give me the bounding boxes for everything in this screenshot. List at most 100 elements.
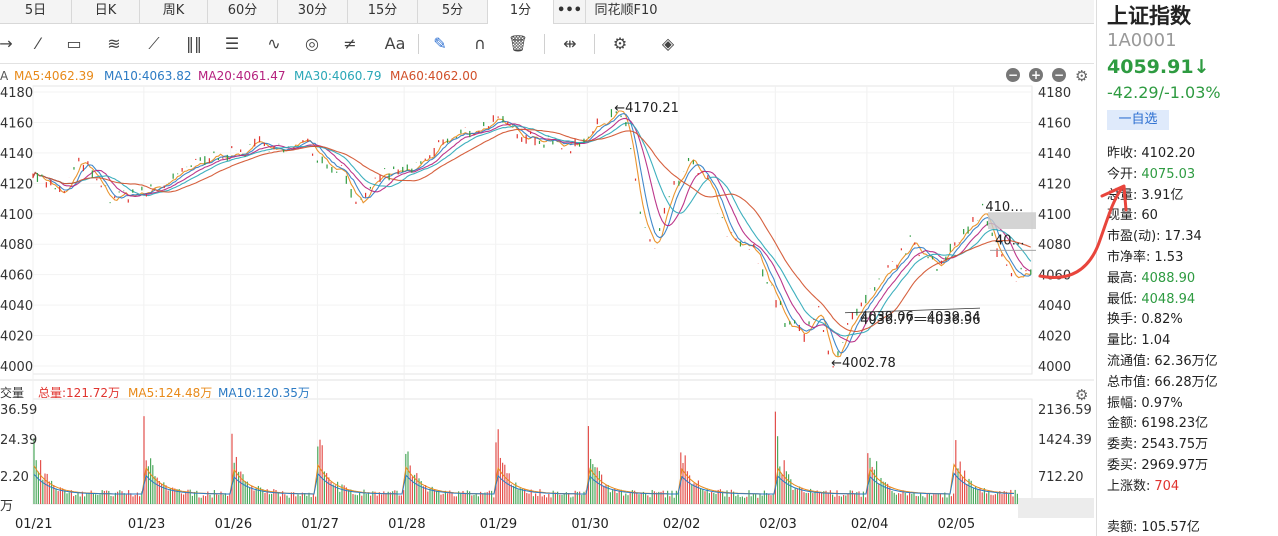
quote-label: 金额: [1107, 416, 1138, 432]
quote-value: 0.82% [1141, 312, 1183, 328]
quote-row: 流通值: 62.36万亿 [1107, 352, 1277, 373]
price-tick-label-right: 4060 [1038, 269, 1071, 284]
index-code: 1A0001 [1107, 30, 1177, 51]
price-tick-label-right: 4180 [1038, 86, 1071, 101]
quote-row: 委买: 2969.97万 [1107, 456, 1277, 477]
rectangle-icon[interactable]: ▭ [62, 32, 86, 56]
quote-label: 今开: [1107, 166, 1138, 182]
quote-label: 总量: [1107, 187, 1138, 203]
tab-0[interactable]: 5日 [0, 0, 72, 24]
settings-icon[interactable]: ⚙ [608, 32, 632, 56]
tab-7[interactable]: 1分 [488, 0, 554, 24]
control-glyph: − [1008, 68, 1018, 82]
volume-bars [33, 411, 1019, 504]
volume-tick-left: 2.20 [0, 470, 29, 485]
ma-legend-item: MA10:4063.82 [104, 69, 192, 83]
quote-label: 最低: [1107, 291, 1138, 307]
price-axis-right: 4180 4160 4140 4120 4100 4080 4060 4040 4020 4000 [1038, 86, 1071, 375]
layers-icon[interactable]: ◈ [656, 32, 680, 56]
pen-icon[interactable]: ✎ [428, 32, 452, 56]
price-axis-left: 4180 4160 4140 4120 4100 4080 4060 4040 4020 4000 [0, 86, 33, 375]
tab-4[interactable]: 30分 [278, 0, 348, 24]
quote-row [1107, 498, 1277, 519]
volume-legend-prefix: 交量 [0, 385, 24, 400]
ma-legend-item: MA30:4060.79 [294, 69, 382, 83]
tab-5[interactable]: 15分 [348, 0, 418, 24]
tab-2[interactable]: 周K [140, 0, 208, 24]
stock-chart[interactable]: A MA5:4062.39 MA10:4063.82 MA20:4061.47 MA30… [0, 64, 1094, 536]
volume-tick-right: 2136.59 [1038, 403, 1092, 418]
volume-settings-icon: ⚙ [1075, 386, 1088, 404]
volume-frame [32, 398, 1033, 505]
annotation-label: ←4002.78 [831, 356, 896, 371]
volume-tick-left: 24.39 [0, 433, 37, 448]
index-name: 上证指数 [1107, 4, 1191, 28]
chart-zoom-controls: − + − ⚙ [1006, 67, 1088, 85]
move-icon[interactable]: ⇹ [558, 32, 582, 56]
fib-icon[interactable]: ≠ [338, 32, 362, 56]
price-tick-label-left: 4140 [0, 147, 33, 162]
quote-row: 总市值: 66.28万亿 [1107, 373, 1277, 394]
quote-value: 60 [1141, 208, 1158, 224]
toolbar-divider [594, 34, 595, 54]
volume-legend: 交量 总量:121.72万 MA5:124.48万 MA10:120.35万 ⚙ [0, 385, 1088, 404]
quote-panel: 上证指数 1A0001 4059.91↓ -42.29/-1.03% 一自选 昨… [1096, 0, 1278, 536]
quote-label: 市净率: [1107, 249, 1151, 265]
volume-tick-left: 36.59 [0, 403, 37, 418]
ma-legend-item: MA60:4062.00 [390, 69, 478, 83]
add-watchlist-button[interactable]: 一自选 [1107, 110, 1169, 130]
quote-value: 62.36万亿 [1154, 353, 1218, 369]
magnet-icon[interactable]: ∩ [468, 32, 492, 56]
control-glyph: − [1054, 68, 1064, 82]
price-tick-label-left: 4020 [0, 330, 33, 345]
annotation-label: ←4170.21 [614, 101, 679, 116]
tab-6[interactable]: 5分 [418, 0, 488, 24]
quote-row: 昨收: 4102.20 [1107, 144, 1277, 165]
quote-row: 最低: 4048.94 [1107, 290, 1277, 311]
date-tick-label: 02/02 [663, 517, 700, 532]
price-tick-label-left: 4120 [0, 177, 33, 192]
line-icon[interactable]: ⁄ [26, 32, 50, 56]
date-tick-label: 01/23 [128, 517, 165, 532]
quote-value: 4075.03 [1141, 166, 1196, 182]
quote-value: 704 [1154, 478, 1180, 494]
price-change: -42.29/-1.03% [1107, 83, 1221, 102]
annotation-label: 4036.77—4036.96 [860, 313, 981, 328]
quote-row: 振幅: 0.97% [1107, 394, 1277, 415]
tab-1[interactable]: 日K [72, 0, 140, 24]
last-price: 4059.91↓ [1107, 56, 1210, 78]
price-tick-label-left: 4180 [0, 86, 33, 101]
quote-label: 委卖: [1107, 437, 1138, 453]
price-annotations: ←4170.21←4002.784039.06—4039.344036.77—4… [614, 101, 1024, 371]
date-tick-label: 01/26 [215, 517, 252, 532]
price-tick-label-right: 4040 [1038, 299, 1071, 314]
tab-3[interactable]: 60分 [208, 0, 278, 24]
trash-icon[interactable]: 🗑 [506, 32, 530, 56]
quote-row: 今开: 4075.03 [1107, 165, 1277, 186]
text-box-icon[interactable]: ☰ [220, 32, 244, 56]
quote-label: 现量: [1107, 208, 1138, 224]
date-axis: 01/21 01/23 01/26 01/27 01/28 01/29 01/30 02/02… [15, 517, 975, 532]
quote-value: 4088.90 [1141, 270, 1196, 286]
date-tick-label: 01/30 [571, 517, 608, 532]
volume-tick-right: 1424.39 [1038, 433, 1092, 448]
date-tick-label: 01/27 [301, 517, 338, 532]
tab-f10[interactable]: 同花顺F10 [586, 0, 666, 24]
more-tabs-button[interactable]: ••• [554, 0, 586, 24]
quote-value: 4048.94 [1141, 291, 1196, 307]
price-tick-label-right: 4120 [1038, 177, 1071, 192]
date-tick-label: 01/21 [15, 517, 52, 532]
wave-icon[interactable]: ∿ [262, 32, 286, 56]
quote-label: 最高: [1107, 270, 1138, 286]
price-tick-label-left: 4060 [0, 269, 33, 284]
quote-value: 66.28万亿 [1154, 374, 1218, 390]
cursor-arrow-icon[interactable]: → [0, 32, 18, 56]
drawing-toolbar: → ⁄ ▭ ≋ ⟋ ‖‖ ☰ ∿ ◎ ≠ Aa ✎ ∩ 🗑 ⇹ ⚙ ◈ [0, 24, 1094, 64]
cycle-icon[interactable]: ◎ [300, 32, 324, 56]
text-icon[interactable]: Aa [380, 32, 410, 56]
vertical-lines-icon[interactable]: ‖‖ [182, 32, 206, 56]
fan-icon[interactable]: ≋ [102, 32, 126, 56]
toolbar-divider [418, 34, 419, 54]
channel-icon[interactable]: ⟋ [142, 32, 166, 56]
quote-value: 4102.20 [1141, 146, 1196, 161]
